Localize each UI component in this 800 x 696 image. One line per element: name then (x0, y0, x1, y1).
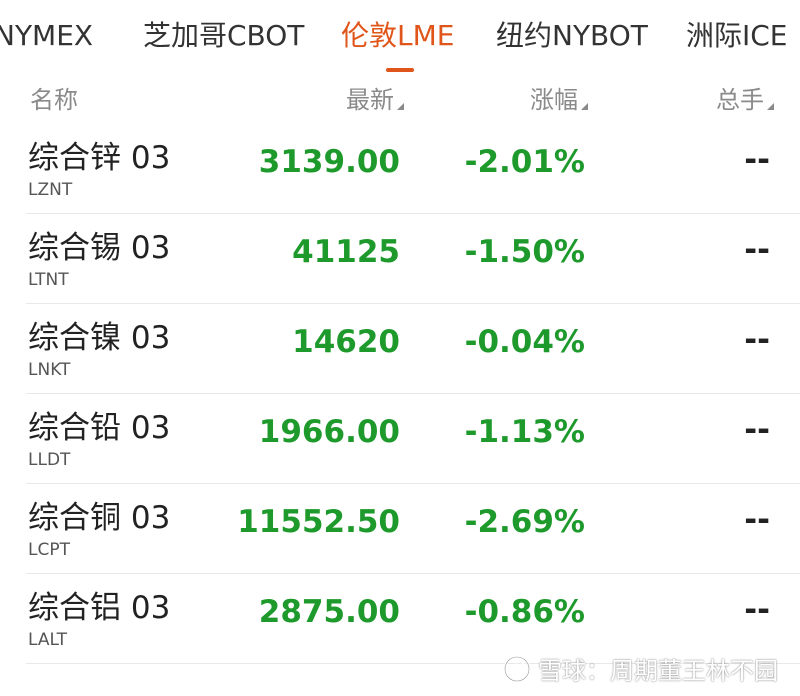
change-percent: -2.69% (464, 504, 585, 540)
change-percent: -0.04% (464, 324, 585, 360)
table-row[interactable]: 综合锌 03 LZNT 3139.00 -2.01% -- (0, 124, 800, 214)
contract-name: 综合锌 03 (28, 140, 171, 176)
column-change-sort[interactable]: 涨幅 (530, 84, 588, 116)
table-row[interactable]: 综合锡 03 LTNT 41125 -1.50% -- (0, 214, 800, 304)
tab-nymex[interactable]: NYMEX (0, 18, 93, 54)
change-percent: -2.01% (464, 144, 585, 180)
contract-name: 综合铅 03 (28, 410, 171, 446)
total-volume: -- (744, 232, 770, 268)
sort-icon (397, 103, 404, 110)
contract-code: LZNT (28, 180, 73, 200)
table-row[interactable]: 综合镍 03 LNKT 14620 -0.04% -- (0, 304, 800, 394)
tab-lme[interactable]: 伦敦LME (341, 18, 454, 54)
tab-nybot[interactable]: 纽约NYBOT (496, 18, 648, 54)
xueqiu-watermark: 雪球：周期董王林不园 (502, 651, 778, 686)
sort-icon (581, 103, 588, 110)
contract-name: 综合镍 03 (28, 320, 171, 356)
change-percent: -1.13% (464, 414, 585, 450)
contract-code: LCPT (28, 540, 70, 560)
tab-ice[interactable]: 洲际ICE (686, 18, 788, 54)
table-row[interactable]: 综合铅 03 LLDT 1966.00 -1.13% -- (0, 394, 800, 484)
contract-code: LNKT (28, 360, 71, 380)
contract-code: LALT (28, 630, 68, 650)
contract-name: 综合铝 03 (28, 590, 171, 626)
total-volume: -- (744, 322, 770, 358)
active-tab-indicator (386, 68, 414, 72)
contract-code: LTNT (28, 270, 69, 290)
column-name: 名称 (30, 86, 78, 114)
change-percent: -0.86% (464, 594, 585, 630)
total-volume: -- (744, 142, 770, 178)
column-latest-sort[interactable]: 最新 (346, 84, 404, 116)
table-row[interactable]: 综合铜 03 LCPT 11552.50 -2.69% -- (0, 484, 800, 574)
total-volume: -- (744, 502, 770, 538)
sort-icon (767, 103, 774, 110)
change-percent: -1.50% (464, 234, 585, 270)
total-volume: -- (744, 592, 770, 628)
latest-price: 3139.00 (258, 144, 400, 180)
exchange-tabs: NYMEX 芝加哥CBOT 伦敦LME 纽约NYBOT 洲际ICE (0, 0, 800, 72)
column-volume-sort[interactable]: 总手 (716, 84, 774, 116)
latest-price: 14620 (292, 324, 400, 360)
contract-code: LLDT (28, 450, 71, 470)
column-header: 名称 最新 涨幅 总手 (0, 80, 800, 120)
latest-price: 2875.00 (258, 594, 400, 630)
latest-price: 41125 (292, 234, 400, 270)
latest-price: 1966.00 (258, 414, 400, 450)
total-volume: -- (744, 412, 770, 448)
xueqiu-logo-icon (503, 655, 531, 682)
tab-cbot[interactable]: 芝加哥CBOT (143, 18, 304, 54)
contract-name: 综合铜 03 (28, 500, 171, 536)
contract-name: 综合锡 03 (28, 230, 171, 266)
latest-price: 11552.50 (237, 504, 400, 540)
